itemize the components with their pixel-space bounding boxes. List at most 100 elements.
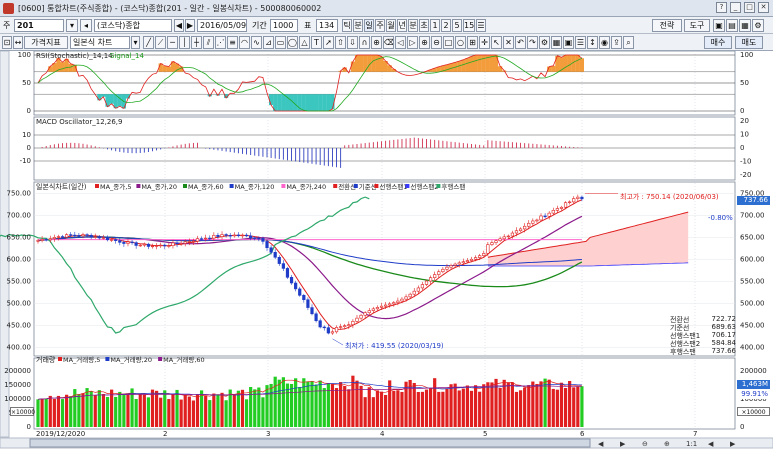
- prev-icon[interactable]: ◁: [395, 36, 406, 49]
- code-search-icon[interactable]: ▾: [66, 19, 78, 32]
- name-field[interactable]: (코스닥)종합: [94, 19, 172, 32]
- left-scroll-bar[interactable]: [0, 51, 10, 438]
- settings-icon[interactable]: ⚙: [752, 19, 764, 32]
- chart-area[interactable]: 100 10050 500 0100-1020100-10-20750.00 750.0…: [0, 51, 773, 449]
- volume-bar: [367, 387, 371, 427]
- draw-channel-icon[interactable]: ⫽: [203, 36, 214, 49]
- draw-gann-icon[interactable]: ⊿: [263, 36, 274, 49]
- code-prev-icon[interactable]: ◂: [80, 19, 92, 32]
- draw-up-arrow-icon[interactable]: ⇧: [335, 36, 346, 49]
- legend-swatch: [281, 184, 286, 188]
- volume-tick: 100000: [4, 395, 31, 403]
- buy-button[interactable]: 매수: [704, 36, 732, 49]
- draw-down-arrow-icon[interactable]: ⇩: [347, 36, 358, 49]
- draw-text-icon[interactable]: T: [311, 36, 322, 49]
- date-input[interactable]: 2016/05/09: [197, 19, 247, 32]
- draw-hline-icon[interactable]: ─: [167, 36, 178, 49]
- maximize-icon[interactable]: □: [744, 2, 755, 13]
- volume-bar: [118, 391, 122, 427]
- draw-cycle-icon[interactable]: ∿: [251, 36, 262, 49]
- volume-bar: [441, 391, 445, 427]
- camera-icon[interactable]: ◉: [599, 36, 610, 49]
- draw-vline-icon[interactable]: │: [179, 36, 190, 49]
- draw-fan-icon[interactable]: ⋰: [215, 36, 226, 49]
- lock-icon[interactable]: ⊕: [371, 36, 382, 49]
- search-icon[interactable]: ⌕: [623, 36, 634, 49]
- grid-icon[interactable]: ▦: [551, 36, 562, 49]
- eraser-icon[interactable]: ⌫: [383, 36, 394, 49]
- save-icon[interactable]: ▣: [713, 19, 725, 32]
- sell-button[interactable]: 매도: [735, 36, 763, 49]
- count-input[interactable]: 134: [316, 19, 338, 32]
- interval-minute[interactable]: 분: [353, 19, 363, 32]
- chart-type-select[interactable]: 일본식 차트: [70, 36, 130, 49]
- chart-type-dropdown-icon[interactable]: ▾: [131, 36, 140, 49]
- interval-min2[interactable]: 분: [408, 19, 418, 32]
- next-arrow-icon[interactable]: ▶: [185, 19, 195, 32]
- volume-bar: [236, 390, 240, 427]
- pointer-icon[interactable]: ↖: [491, 36, 502, 49]
- tools-button[interactable]: 도구: [684, 19, 710, 32]
- volume-bar: [498, 387, 502, 427]
- zoom-out-icon[interactable]: ⊖: [431, 36, 442, 49]
- draw-arrow-icon[interactable]: ➚: [323, 36, 334, 49]
- next-icon[interactable]: ▷: [407, 36, 418, 49]
- indicator-menu[interactable]: 가격지표: [24, 36, 68, 49]
- code-input[interactable]: 201: [14, 19, 64, 32]
- interval-sec[interactable]: 초: [419, 19, 429, 32]
- interval-month[interactable]: 월: [386, 19, 396, 32]
- candle-body: [163, 244, 167, 247]
- candle-body: [302, 295, 306, 301]
- interval-week[interactable]: 주: [375, 19, 385, 32]
- draw-trend-icon[interactable]: ⟋: [155, 36, 166, 49]
- export-icon[interactable]: ⇪: [611, 36, 622, 49]
- interval-15[interactable]: 15: [463, 19, 475, 32]
- draw-ellipse-icon[interactable]: ◯: [287, 36, 298, 49]
- layout-icon[interactable]: ▦: [739, 19, 751, 32]
- redo-icon[interactable]: ↷: [527, 36, 538, 49]
- ruler-icon[interactable]: ⊞: [467, 36, 478, 49]
- interval-year[interactable]: 년: [397, 19, 407, 32]
- strategy-button[interactable]: 전략: [652, 19, 682, 32]
- help-icon[interactable]: ?: [716, 2, 727, 13]
- print-icon[interactable]: ▤: [726, 19, 738, 32]
- draw-arc-icon[interactable]: ◠: [239, 36, 250, 49]
- undo-icon[interactable]: ↶: [515, 36, 526, 49]
- interval-2[interactable]: 2: [441, 19, 451, 32]
- expand-icon[interactable]: ↔: [13, 36, 23, 49]
- draw-fibo-icon[interactable]: ≡: [227, 36, 238, 49]
- square-icon[interactable]: □: [443, 36, 454, 49]
- volume-bar: [563, 387, 568, 427]
- draw-triangle-icon[interactable]: △: [299, 36, 310, 49]
- crosshair-icon[interactable]: ✛: [479, 36, 490, 49]
- magnet-icon[interactable]: ∩: [359, 36, 370, 49]
- collapse-icon[interactable]: ⊡: [2, 36, 12, 49]
- draw-rect-icon[interactable]: ▭: [275, 36, 286, 49]
- cursor-icon[interactable]: ↕: [587, 36, 598, 49]
- volume-bar: [208, 400, 212, 427]
- window-icon[interactable]: ▣: [563, 36, 574, 49]
- interval-day[interactable]: 일: [364, 19, 374, 32]
- circle-icon[interactable]: ○: [455, 36, 466, 49]
- bottom-scroll-bar[interactable]: ◀ ▶ ⊖ ⊕ 1:1 ◀ ▶: [0, 437, 773, 449]
- legend-swatch: [353, 184, 358, 188]
- list-icon[interactable]: ☰: [575, 36, 586, 49]
- period-input[interactable]: 1000: [270, 19, 298, 32]
- zoom-in-icon[interactable]: ⊕: [419, 36, 430, 49]
- interval-5[interactable]: 5: [452, 19, 462, 32]
- interval-1[interactable]: 1: [430, 19, 440, 32]
- delete-icon[interactable]: ✕: [503, 36, 514, 49]
- draw-line-icon[interactable]: ╱: [143, 36, 154, 49]
- draw-cross-icon[interactable]: ┼: [191, 36, 202, 49]
- volume-bar: [379, 391, 384, 427]
- close-icon[interactable]: ✕: [758, 2, 769, 13]
- macd-tick-right: 20: [740, 117, 749, 125]
- volume-bar: [294, 378, 298, 427]
- minimize-icon[interactable]: _: [730, 2, 741, 13]
- interval-tick[interactable]: 틱: [342, 19, 352, 32]
- legend-item: MA_종가,60: [188, 182, 224, 191]
- config-icon[interactable]: ⚙: [539, 36, 550, 49]
- prev-arrow-icon[interactable]: ◀: [174, 19, 184, 32]
- interval-menu-icon[interactable]: ☰: [476, 19, 486, 32]
- candle-body: [232, 234, 236, 237]
